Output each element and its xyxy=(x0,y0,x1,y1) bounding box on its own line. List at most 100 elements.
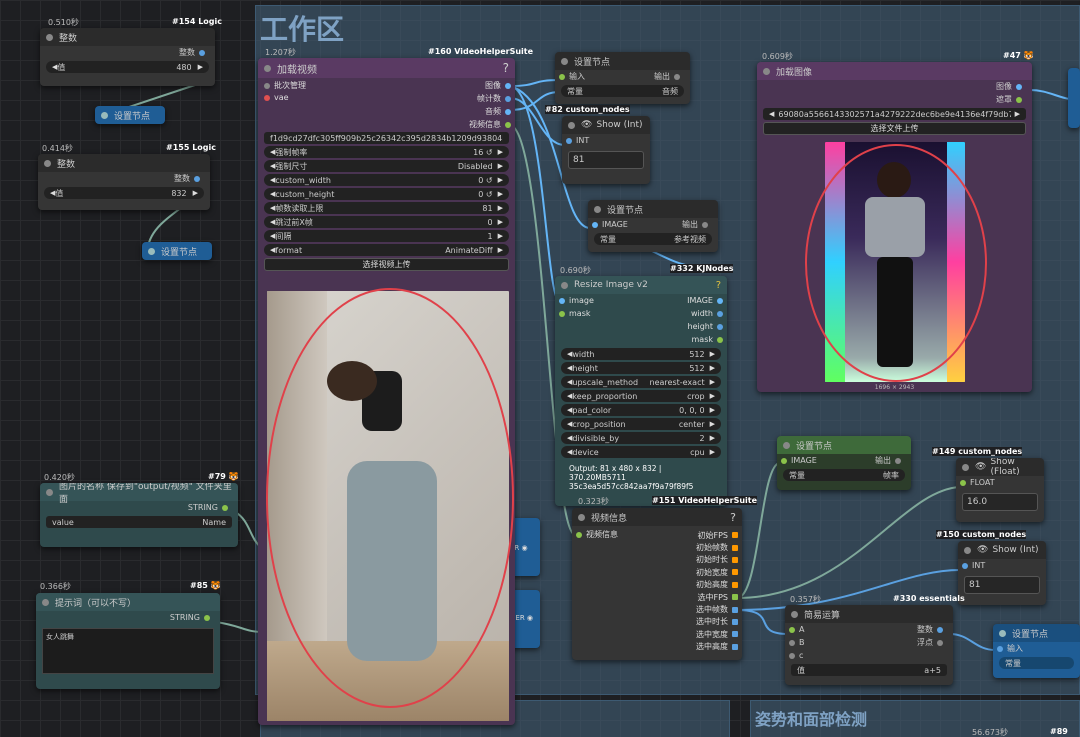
math-expression-widget[interactable]: 值 a+5 xyxy=(791,664,947,676)
resize-widget-2[interactable]: ◀ upscale_method nearest-exact ▶ xyxy=(561,376,721,388)
increment-arrow-icon[interactable]: ▶ xyxy=(198,63,203,71)
float-input-socket[interactable] xyxy=(960,479,966,486)
node-160-widget-5[interactable]: ◀ 跳过前X帧 0 ▶ xyxy=(264,216,509,228)
output-socket[interactable] xyxy=(732,569,738,576)
collapse-dot-icon[interactable] xyxy=(561,281,568,289)
int-input-socket[interactable] xyxy=(566,137,572,144)
resize-header[interactable]: Resize Image v2? xyxy=(555,276,727,294)
set-node-6-header[interactable]: 设置节点 xyxy=(993,624,1080,642)
increment-arrow-icon[interactable]: ▶ xyxy=(498,218,503,226)
increment-arrow-icon[interactable]: ▶ xyxy=(193,189,198,197)
upload-image-button[interactable]: 选择文件上传 xyxy=(763,122,1026,135)
node-47-header[interactable]: 加载图像 xyxy=(757,62,1032,80)
videoinfo-output-socket[interactable] xyxy=(505,121,511,128)
node-79-value-widget[interactable]: value Name xyxy=(46,516,232,528)
resize-image-node[interactable]: Resize Image v2? image mask IMAGE width … xyxy=(555,276,727,506)
collapse-dot-icon[interactable] xyxy=(568,121,575,129)
increment-arrow-icon[interactable]: ▶ xyxy=(710,392,715,400)
node-154-value-widget[interactable]: ◀ 值 480 ▶ xyxy=(46,61,209,73)
image-output-socket[interactable] xyxy=(505,82,511,89)
show-int-2[interactable]: 👁 Show (Int) INT 81 xyxy=(958,541,1046,605)
node-47-load-image[interactable]: 加载图像 图像 遮罩 ◀ 69080a5566143302571a4279222d… xyxy=(757,62,1032,392)
increment-arrow-icon[interactable]: ▶ xyxy=(710,448,715,456)
int-output-socket[interactable] xyxy=(937,626,943,633)
show-float[interactable]: 👁 Show (Float) FLOAT 16.0 xyxy=(956,458,1044,522)
node-160-widget-2[interactable]: ◀ custom_width 0 ↺ ▶ xyxy=(264,174,509,186)
output-socket[interactable] xyxy=(732,594,738,601)
output-socket[interactable] xyxy=(674,73,680,80)
input-socket[interactable] xyxy=(559,73,565,80)
node-85-prompt[interactable]: 提示词（可以不写） STRING 女人跳舞 xyxy=(36,593,220,689)
set-node-6-widget[interactable]: 常量 xyxy=(999,657,1074,669)
frames-output-socket[interactable] xyxy=(505,95,511,102)
node-160-widget-0[interactable]: ◀ 强制帧率 16 ↺ ▶ xyxy=(264,146,509,158)
next-arrow-icon[interactable]: ▶ xyxy=(1015,110,1020,118)
node-155-value-widget[interactable]: ◀ 值 832 ▶ xyxy=(44,187,204,199)
output-socket[interactable] xyxy=(895,457,901,464)
set-node-4[interactable]: 设置节点 IMAGE 输出 常量 参考视频 xyxy=(588,200,718,252)
input-a-socket[interactable] xyxy=(789,626,795,633)
node-85-prompt-textarea[interactable]: 女人跳舞 xyxy=(42,628,214,674)
resize-widget-1[interactable]: ◀ height 512 ▶ xyxy=(561,362,721,374)
audio-output-socket[interactable] xyxy=(505,108,511,115)
video-info-node[interactable]: 视频信息? 视频信息 初始FPS 初始帧数 初始时长 初始宽度 初始高度 选中FPS 选中帧… xyxy=(572,508,742,660)
node-47-file-select[interactable]: ◀ 69080a5566143302571a4279222dec6be9e4136… xyxy=(763,108,1026,120)
increment-arrow-icon[interactable]: ▶ xyxy=(710,406,715,414)
increment-arrow-icon[interactable]: ▶ xyxy=(498,162,503,170)
increment-arrow-icon[interactable]: ▶ xyxy=(498,246,503,254)
set-node-1[interactable]: 设置节点 xyxy=(95,106,165,124)
resize-widget-5[interactable]: ◀ crop_position center ▶ xyxy=(561,418,721,430)
increment-arrow-icon[interactable]: ▶ xyxy=(498,190,503,198)
collapse-dot-icon[interactable] xyxy=(42,598,49,606)
string-output-socket[interactable] xyxy=(204,614,210,621)
image-output-socket[interactable] xyxy=(717,297,723,304)
node-160-header[interactable]: 加载视频? xyxy=(258,58,515,78)
set-node-5-widget[interactable]: 常量 帧率 xyxy=(783,469,905,481)
float-output-socket[interactable] xyxy=(937,639,943,646)
input-socket[interactable] xyxy=(997,645,1003,652)
collapse-dot-icon[interactable] xyxy=(44,159,51,167)
collapse-dot-icon[interactable] xyxy=(264,64,271,72)
set-node-3-header[interactable]: 设置节点 xyxy=(555,52,690,70)
image-input-socket[interactable] xyxy=(592,221,598,228)
collapse-dot-icon[interactable] xyxy=(578,513,585,521)
node-160-file-select[interactable]: f1d9cd27dfc305ff909b25c26342c395d2834b12… xyxy=(264,132,509,144)
increment-arrow-icon[interactable]: ▶ xyxy=(710,420,715,428)
set-node-3[interactable]: 设置节点 输入 输出 常量 音频 xyxy=(555,52,690,104)
collapse-dot-icon[interactable] xyxy=(46,488,53,496)
prev-arrow-icon[interactable]: ◀ xyxy=(769,110,774,118)
height-output-socket[interactable] xyxy=(717,323,723,330)
set-node-2[interactable]: 设置节点 xyxy=(142,242,212,260)
collapse-dot-icon[interactable] xyxy=(594,205,601,213)
resize-widget-6[interactable]: ◀ divisible_by 2 ▶ xyxy=(561,432,721,444)
collapse-dot-icon[interactable] xyxy=(962,463,969,471)
node-85-header[interactable]: 提示词（可以不写） xyxy=(36,593,220,611)
increment-arrow-icon[interactable]: ▶ xyxy=(498,232,503,240)
int-input-socket[interactable] xyxy=(962,562,968,569)
collapse-dot-icon[interactable] xyxy=(46,33,53,41)
input-c-socket[interactable] xyxy=(789,652,795,659)
output-socket[interactable] xyxy=(732,556,738,563)
width-output-socket[interactable] xyxy=(717,310,723,317)
node-160-widget-4[interactable]: ◀ 帧数读取上限 81 ▶ xyxy=(264,202,509,214)
resize-widget-7[interactable]: ◀ device cpu ▶ xyxy=(561,446,721,458)
increment-arrow-icon[interactable]: ▶ xyxy=(710,364,715,372)
node-79-string[interactable]: 图片的名称 保存到"output/视频" 文件夹里面 STRING value N… xyxy=(40,483,238,547)
output-socket[interactable] xyxy=(732,544,738,551)
increment-arrow-icon[interactable]: ▶ xyxy=(710,434,715,442)
node-160-widget-1[interactable]: ◀ 强制尺寸 Disabled ▶ xyxy=(264,160,509,172)
input-b-socket[interactable] xyxy=(789,639,795,646)
node-155-integer[interactable]: 整数 整数 ◀ 值 832 ▶ xyxy=(38,154,210,210)
set-node-4-widget[interactable]: 常量 参考视频 xyxy=(594,233,712,245)
node-160-widget-6[interactable]: ◀ 间隔 1 ▶ xyxy=(264,230,509,242)
set-node-5-header[interactable]: 设置节点 xyxy=(777,436,911,454)
node-154-header[interactable]: 整数 xyxy=(40,28,215,46)
output-socket[interactable] xyxy=(732,581,738,588)
resize-widget-0[interactable]: ◀ width 512 ▶ xyxy=(561,348,721,360)
videoinfo-header[interactable]: 视频信息? xyxy=(572,508,742,526)
collapse-dot-icon[interactable] xyxy=(148,247,155,255)
vae-input-socket[interactable] xyxy=(264,94,270,101)
collapse-dot-icon[interactable] xyxy=(791,610,798,618)
increment-arrow-icon[interactable]: ▶ xyxy=(498,204,503,212)
output-socket[interactable] xyxy=(702,221,708,228)
